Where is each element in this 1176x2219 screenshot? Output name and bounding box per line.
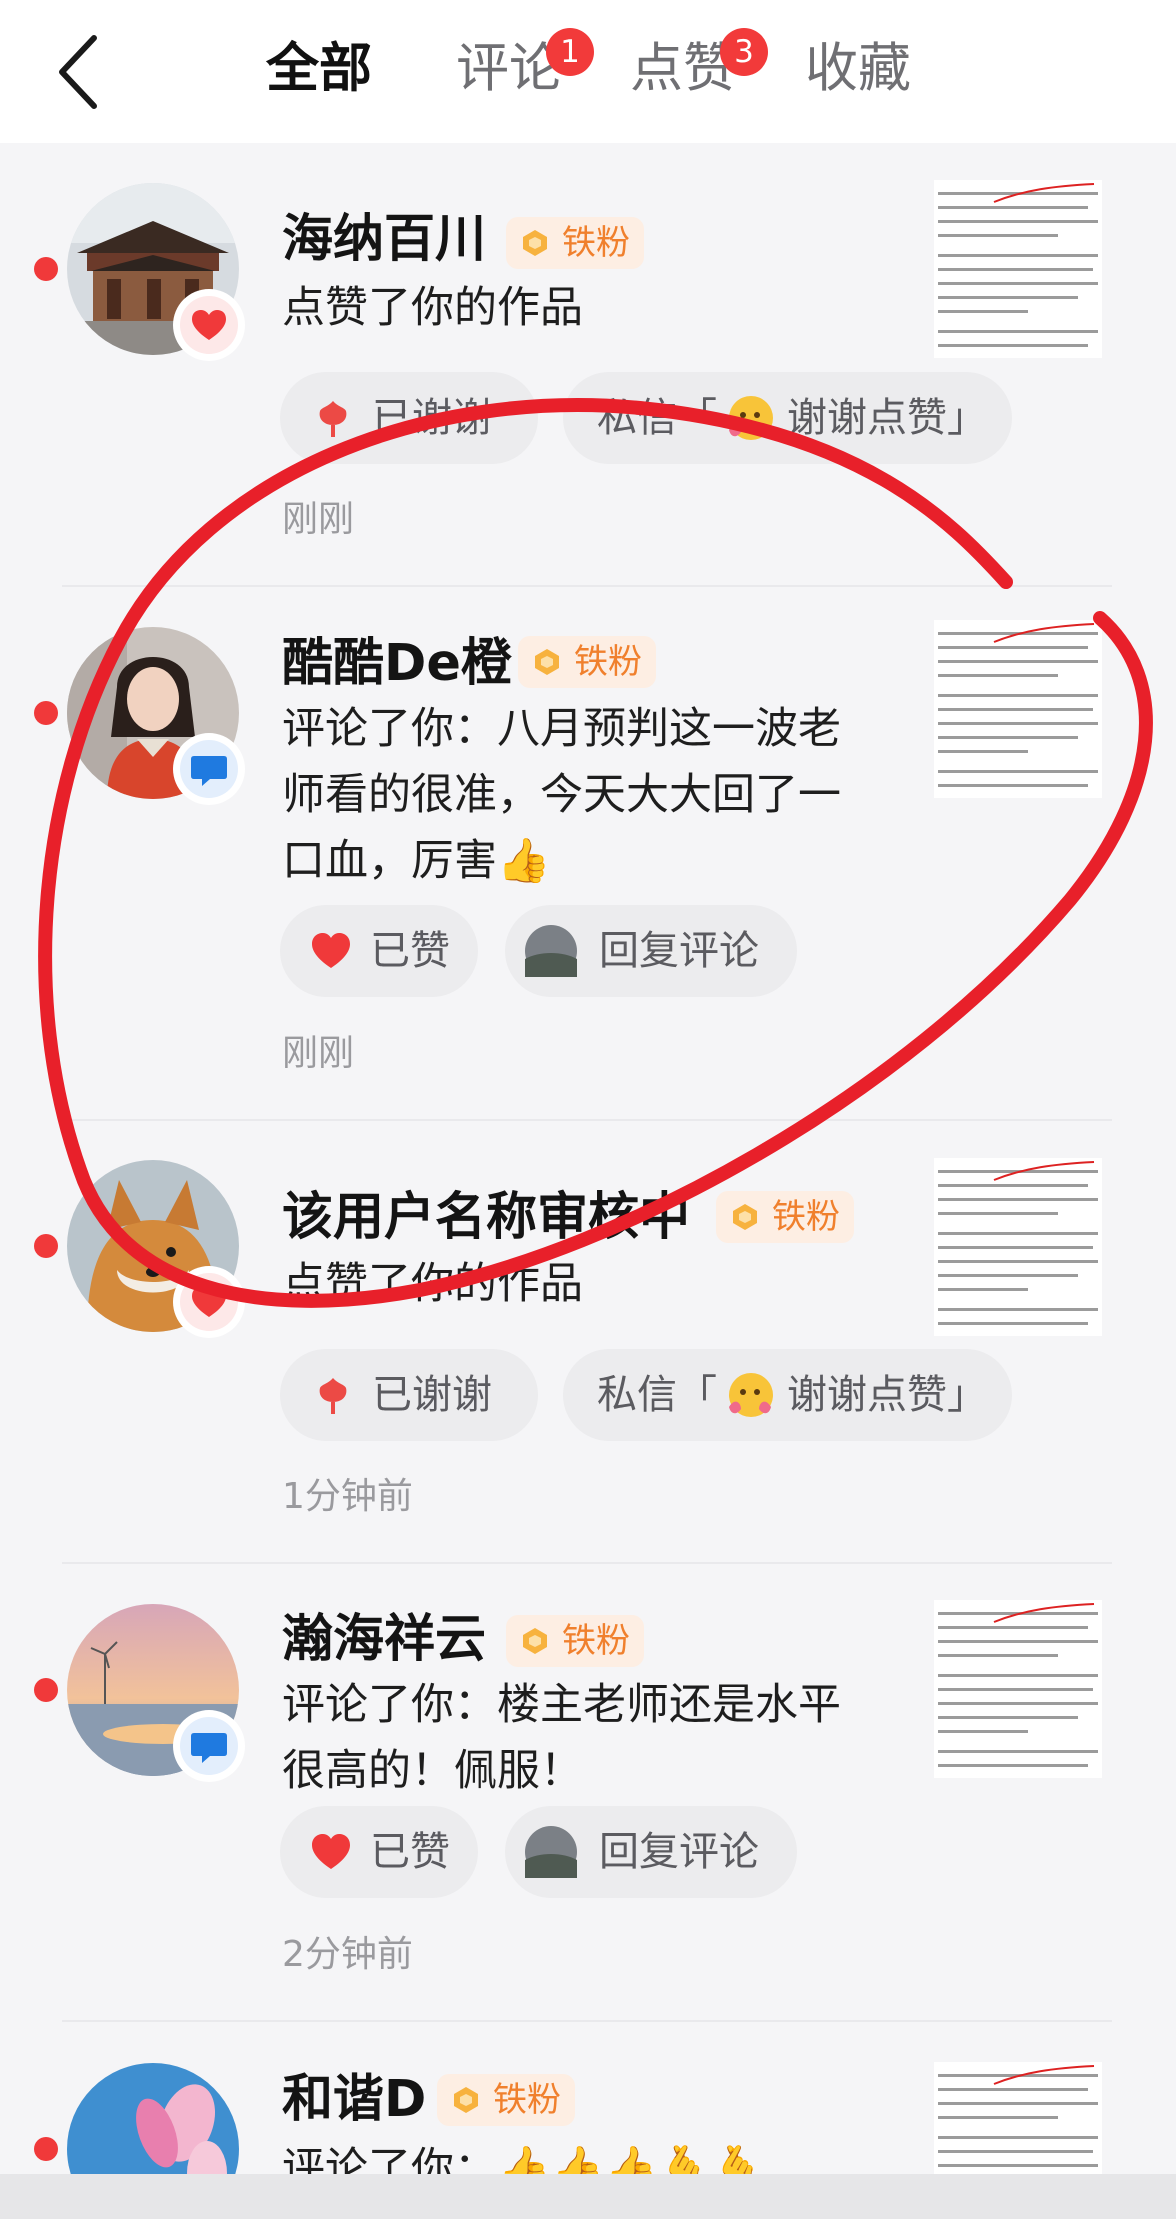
comment-icon — [191, 756, 227, 786]
notification-text: 点赞了你的作品 — [282, 283, 583, 333]
comment-icon — [191, 1733, 227, 1763]
tab-all[interactable]: 全部 — [266, 34, 372, 104]
heart-icon — [192, 1287, 226, 1317]
notification-text: 评论了你：楼主老师还是水平很高的！佩服！ — [282, 1680, 841, 1796]
fan-tag: 铁粉 — [506, 1615, 644, 1667]
post-thumbnail[interactable] — [934, 1600, 1102, 1778]
fan-tag: 铁粉 — [506, 217, 644, 269]
divider — [62, 585, 1112, 587]
divider — [62, 1119, 1112, 1121]
chevron-left-icon — [59, 35, 97, 109]
notification-text: 点赞了你的作品 — [282, 1259, 583, 1309]
user-name[interactable]: 海纳百川 — [282, 208, 486, 272]
reply-comment-button[interactable]: 回复评论 — [505, 1806, 797, 1898]
hexagon-icon — [535, 649, 559, 675]
user-name[interactable]: 和谐D — [282, 2068, 426, 2132]
user-name[interactable]: 瀚海祥云 — [282, 1608, 486, 1672]
avatar-mini-icon — [525, 1826, 577, 1878]
hug-emoji-icon — [729, 396, 773, 440]
reply-comment-button[interactable]: 回复评论 — [505, 905, 797, 997]
back-button[interactable] — [52, 32, 112, 112]
comment-type-badge — [173, 733, 245, 805]
hexagon-icon — [523, 230, 547, 256]
liked-button[interactable]: 已赞 — [280, 905, 478, 997]
divider — [62, 2020, 1112, 2022]
timestamp: 2分钟前 — [282, 1934, 413, 1975]
top-nav: 全部 评论 1 点赞 3 收藏 — [0, 0, 1176, 143]
message-thanks-button[interactable]: 私信「 谢谢点赞」 — [563, 372, 1012, 464]
heart-icon — [192, 310, 226, 340]
avatar-mini-icon — [525, 925, 577, 977]
post-thumbnail[interactable] — [934, 180, 1102, 358]
comments-badge: 1 — [546, 28, 594, 76]
liked-button[interactable]: 已赞 — [280, 1806, 478, 1898]
unread-dot — [34, 257, 58, 281]
flower-icon — [319, 1378, 347, 1414]
divider — [62, 1562, 1112, 1564]
fan-tag: 铁粉 — [518, 636, 656, 688]
notification-text: 评论了你：八月预判这一波老师看的很准，今天大大回了一口血，厉害👍 — [282, 704, 841, 886]
fan-tag: 铁粉 — [716, 1191, 854, 1243]
heart-icon — [312, 933, 350, 968]
likes-badge: 3 — [720, 28, 768, 76]
comment-type-badge — [173, 1710, 245, 1782]
unread-dot — [34, 701, 58, 725]
hexagon-icon — [733, 1204, 757, 1230]
unread-dot — [34, 1234, 58, 1258]
timestamp: 刚刚 — [282, 499, 355, 540]
flower-icon — [319, 401, 347, 437]
notifications-screen: 全部 评论 1 点赞 3 收藏 海纳百川 铁粉 点赞了你的作品 已谢谢 私信「 … — [0, 0, 1176, 2219]
fan-tag: 铁粉 — [437, 2074, 575, 2126]
post-thumbnail[interactable] — [934, 1158, 1102, 1336]
thanked-button[interactable]: 已谢谢 — [280, 372, 538, 464]
unread-dot — [34, 2137, 58, 2161]
message-thanks-button[interactable]: 私信「 谢谢点赞」 — [563, 1349, 1012, 1441]
user-name[interactable]: 该用户名称审核中 — [282, 1186, 690, 1250]
hexagon-icon — [454, 2087, 478, 2113]
like-type-badge — [173, 1266, 245, 1338]
timestamp: 刚刚 — [282, 1033, 355, 1074]
user-name[interactable]: 酷酷De橙 — [282, 632, 512, 696]
like-type-badge — [173, 289, 245, 361]
unread-dot — [34, 1678, 58, 1702]
timestamp: 1分钟前 — [282, 1476, 413, 1517]
bottom-toolbar — [0, 2174, 1176, 2219]
post-thumbnail[interactable] — [934, 620, 1102, 798]
hexagon-icon — [523, 1628, 547, 1654]
heart-icon — [312, 1834, 350, 1869]
tab-favorites[interactable]: 收藏 — [805, 34, 911, 104]
post-thumbnail[interactable] — [934, 2062, 1102, 2174]
hug-emoji-icon — [729, 1373, 773, 1417]
thanked-button[interactable]: 已谢谢 — [280, 1349, 538, 1441]
